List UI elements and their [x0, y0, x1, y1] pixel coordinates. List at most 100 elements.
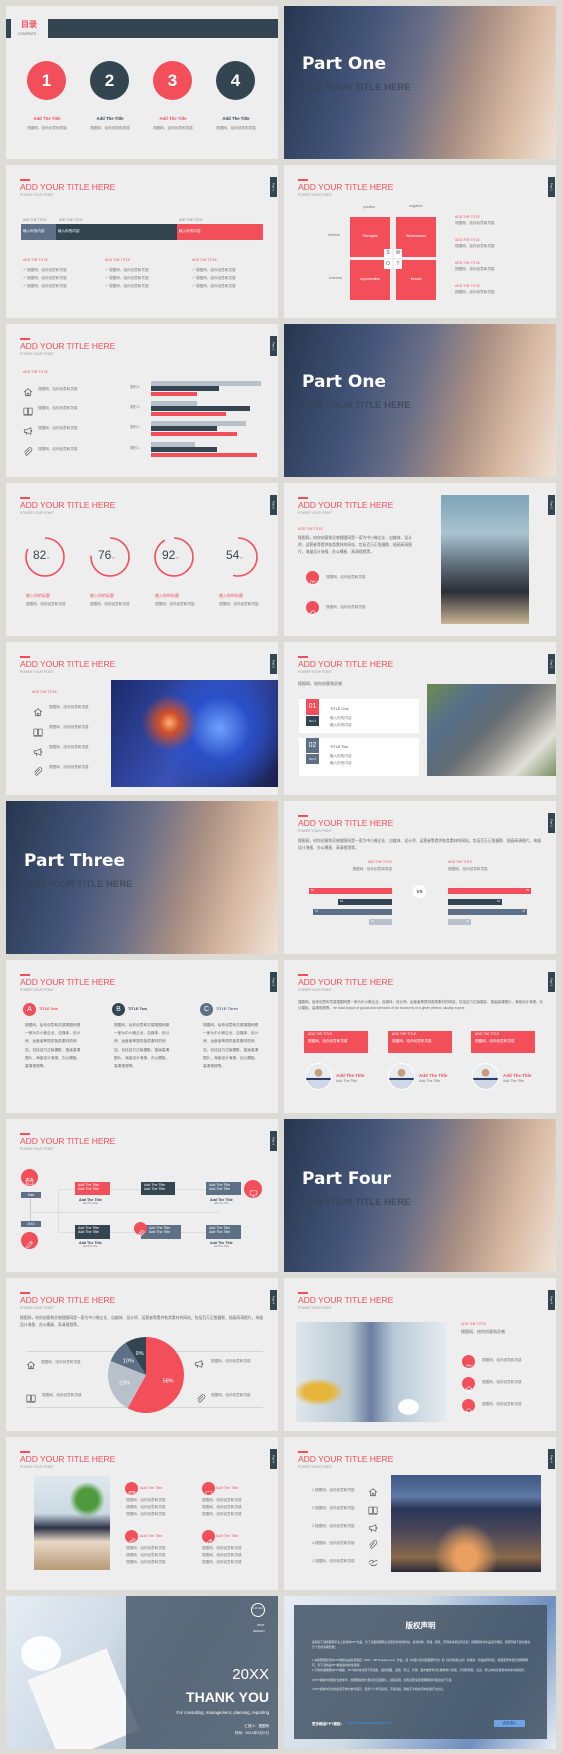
team-card[interactable]: ADD THE TITLE 搜图网，给你创意和灵感 [471, 1031, 535, 1053]
part-tab[interactable]: Part 1 [548, 177, 555, 197]
slide-part-four[interactable]: Part Four ADD YOUR TITLE HERE [284, 1119, 556, 1272]
logo-placeholder: LO GO [251, 1603, 265, 1617]
part-tab[interactable]: Part 4 [548, 1290, 555, 1310]
timeline-box[interactable]: Add The Title Add The Title [75, 1225, 110, 1239]
business-meeting-photo [441, 495, 529, 624]
contents-label-3: Add The Title [159, 116, 187, 121]
card-1[interactable]: 01 NO.1 TITLE One 输入你的内容 输入你的内容 [299, 699, 419, 733]
member-name: Add The Title [336, 1073, 365, 1078]
title-accent [298, 497, 308, 499]
section-title: ADD THE TITLE [298, 527, 323, 531]
design-year: 20XX [257, 1623, 265, 1627]
card-title: TITLE One [330, 707, 349, 711]
book-icon [368, 1502, 378, 1515]
slide-progress-rings[interactable]: ADD YOUR TITLE HERE POWER YOUR POINT Par… [6, 483, 278, 636]
slide-part-one[interactable]: Part One ADD YOUR TITLE HERE [284, 6, 556, 159]
slide-contents[interactable]: 目录 CONTENTS 1 2 3 4 Add The Title Add Th… [6, 6, 278, 159]
timeline-box[interactable]: Add The Title Add The Title [141, 1182, 175, 1195]
monitor-icon [202, 1482, 215, 1497]
ring-label: 76% [98, 548, 114, 563]
title-accent [298, 179, 308, 181]
contents-desc-1: 搜图网，给你创意和灵感 [27, 126, 67, 130]
slide-segment-bar[interactable]: ADD YOUR TITLE HERE POWER YOUR POINT Par… [6, 165, 278, 318]
segment-1: 输入你的内容 [21, 224, 56, 240]
part-subtitle: ADD YOUR TITLE HERE [24, 879, 133, 890]
axis-negative: negative [409, 204, 423, 208]
slide-subtitle: POWER YOUR POINT [20, 192, 54, 197]
card-desc: 搜图网，给你创意和灵感 [475, 1038, 515, 1043]
quadrant-threats[interactable]: threats [396, 260, 436, 300]
timeline-box[interactable]: Add The Title Add The Title [206, 1182, 241, 1195]
item-line: 搜图网，给你创意和灵感 [202, 1512, 242, 1516]
title-accent [20, 179, 30, 181]
slide-subtitle: POWER YOUR POINT [20, 987, 54, 992]
member-name: Add The Title [419, 1073, 448, 1078]
contents-number-2[interactable]: 2 [90, 61, 129, 100]
slide-abc-columns[interactable]: ADD YOUR TITLE HERE POWER YOUR POINT Par… [6, 960, 278, 1113]
card-title: ADD THE TITLE [475, 1032, 500, 1036]
intro-text: 搜图网，给你创意和灵感 [298, 681, 342, 686]
slide-thank-you[interactable]: LO GO 20XX DESIGN 20XX THANK YOU For con… [6, 1596, 278, 1749]
contents-number-1[interactable]: 1 [27, 61, 66, 100]
item-line: 搜图网，给你创意和灵感 [126, 1505, 166, 1509]
item-line: 搜图网，给你创意和灵感 [126, 1512, 166, 1516]
slide-timeline[interactable]: ADD YOUR TITLE HERE POWER YOUR POINT Par… [6, 1119, 278, 1272]
slide-subtitle: POWER YOUR POINT [20, 1464, 54, 1469]
check-icon: ✓ [23, 276, 27, 280]
team-card[interactable]: ADD THE TITLE 搜图网，给你创意和灵感 [388, 1031, 452, 1053]
box-subcaption: Add The Title [214, 1202, 229, 1205]
slide-city-list[interactable]: ADD YOUR TITLE HERE POWER YOUR POINT Par… [284, 1437, 556, 1590]
title-accent [20, 1451, 30, 1453]
item-line: 搜图网，给你创意和灵感 [126, 1560, 166, 1564]
connector-line [58, 1189, 59, 1232]
enter-button[interactable]: 点击进入 [494, 1720, 525, 1727]
part-tab[interactable]: Part 4 [270, 1449, 277, 1469]
slide-photo-icons[interactable]: ADD YOUR TITLE HERE POWER YOUR POINT Par… [284, 1278, 556, 1431]
contents-number-4[interactable]: 4 [216, 61, 255, 100]
part-tab[interactable]: Part 2 [270, 654, 277, 674]
team-card[interactable]: ADD THE TITLE 搜图网，给你创意和灵感 [304, 1031, 368, 1053]
card-number: 02 [306, 738, 319, 753]
slide-icons-photo[interactable]: ADD YOUR TITLE HERE POWER YOUR POINT Par… [6, 642, 278, 795]
paperclip-icon [33, 764, 43, 776]
slide-part-three[interactable]: Part Three ADD YOUR TITLE HERE [6, 801, 278, 954]
ring-label: 82% [33, 548, 49, 563]
item-desc: 搜图网，给你创意和灵感 [455, 267, 495, 271]
slide-numbered-cards[interactable]: ADD YOUR TITLE HERE POWER YOUR POINT Par… [284, 642, 556, 795]
part-title: Part One [302, 372, 386, 392]
slide-copyright[interactable]: 版权声明 感谢您下载搜图网平台上提供的PPT作品，为了您和搜图网以及原创作者的利… [284, 1596, 556, 1749]
part-tab[interactable]: Part 2 [548, 495, 555, 515]
part-tab[interactable]: Part 3 [548, 972, 555, 992]
slide-part-one-repeat[interactable]: Part One ADD YOUR TITLE HERE [284, 324, 556, 477]
card-2[interactable]: 02 NO.2 TITLE Two 输入你的内容 输入你的内容 [299, 738, 419, 776]
item-title: Add The Title [216, 1534, 239, 1538]
contents-label-1: Add The Title [33, 116, 61, 121]
column-paragraph: 搜图网，给你创意和灵感搜图网是一家为中小微企业、自媒体、设计师、运营者等提供各类… [114, 1023, 170, 1069]
part-tab[interactable]: Part 4 [548, 1449, 555, 1469]
slide-title: ADD YOUR TITLE HERE [20, 182, 116, 192]
paragraph: 搜图网，给你创意和灵感搜图网是一家为中小微企业、自媒体、设计师、运营者等提供各类… [298, 1000, 543, 1010]
part-tab[interactable]: Part 2 [548, 654, 555, 674]
slide-text-photo[interactable]: ADD YOUR TITLE HERE POWER YOUR POINT Par… [284, 483, 556, 636]
contents-label-2: Add The Title [96, 116, 124, 121]
slide-pie-chart[interactable]: ADD YOUR TITLE HERE POWER YOUR POINT Par… [6, 1278, 278, 1431]
slide-bar-chart[interactable]: ADD YOUR TITLE HERE POWER YOUR POINT Par… [6, 324, 278, 477]
pencil-icon [21, 1232, 38, 1249]
slide-team[interactable]: ADD YOUR TITLE HERE POWER YOUR POINT Par… [284, 960, 556, 1113]
item-desc: 搜图网，给你创意和灵感 [49, 725, 89, 729]
part-tab[interactable]: Part 1 [270, 177, 277, 197]
slide-photo-four-items[interactable]: ADD YOUR TITLE HERE POWER YOUR POINT Par… [6, 1437, 278, 1590]
slide-swot[interactable]: ADD YOUR TITLE HERE POWER YOUR POINT Par… [284, 165, 556, 318]
vs-bar-right-4: 23 [448, 919, 471, 925]
timeline-box[interactable]: Add The Title Add The Title [206, 1225, 241, 1239]
quadrant-weaknesses[interactable]: Weaknesses [396, 217, 436, 257]
part-tab[interactable]: Part 3 [270, 1131, 277, 1151]
part-tab[interactable]: Part 3 [270, 972, 277, 992]
section-title: ADD THE TITLE [461, 1322, 486, 1326]
templates-link[interactable]: http://www.soutu.com/ppt.html [346, 1721, 391, 1726]
timeline-box[interactable]: Add The Title Add The Title [75, 1182, 110, 1195]
contents-number-3[interactable]: 3 [153, 61, 192, 100]
slide-vs-comparison[interactable]: ADD YOUR TITLE HERE POWER YOUR POINT Par… [284, 801, 556, 954]
year-label: 20XX [21, 1221, 41, 1227]
timeline-box[interactable]: Add The Title Add The Title [141, 1225, 181, 1239]
